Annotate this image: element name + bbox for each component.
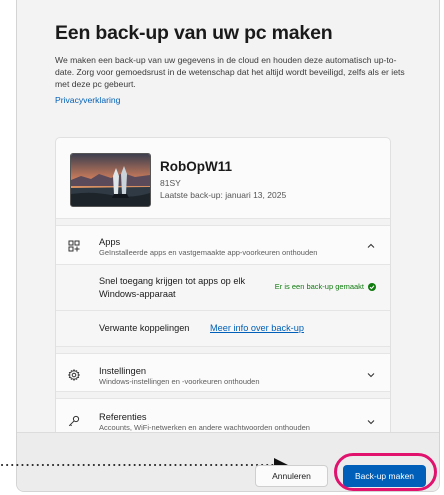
gear-icon <box>68 369 80 381</box>
section-divider <box>56 219 390 226</box>
section-credentials-title: Referenties <box>99 412 147 422</box>
apps-related-links-row: Verwante koppelingen Meer info over back… <box>56 311 390 347</box>
backup-dialog: Een back-up van uw pc maken We maken een… <box>16 0 440 492</box>
dialog-description: We maken een back-up van uw gegevens in … <box>55 55 405 89</box>
section-settings-header[interactable]: Instellingen Windows-instellingen en -vo… <box>56 354 390 392</box>
chevron-down-icon[interactable] <box>366 371 376 379</box>
backup-card: RobOpW11 81SY Laatste back-up: januari 1… <box>55 137 391 441</box>
section-apps-subtitle: Geïnstalleerde apps en vastgemaakte app-… <box>99 248 318 257</box>
section-apps-title: Apps <box>99 237 121 247</box>
section-settings-subtitle: Windows-instellingen en -voorkeuren onth… <box>99 377 260 386</box>
cancel-button[interactable]: Annuleren <box>255 465 328 487</box>
apps-quick-access-label: Snel toegang krijgen tot apps op elk Win… <box>99 276 246 299</box>
apps-grid-icon <box>68 240 80 252</box>
backup-status-text: Er is een back-up gemaakt <box>274 282 364 291</box>
annotation-dotted-arrow <box>1 458 288 472</box>
more-info-link[interactable]: Meer info over back-up <box>210 323 304 333</box>
last-backup-text: Laatste back-up: januari 13, 2025 <box>160 190 287 200</box>
related-links-label: Verwante koppelingen <box>99 323 190 333</box>
dialog-title: Een back-up van uw pc maken <box>55 22 333 44</box>
annotation-highlight-circle <box>334 453 437 491</box>
device-model: 81SY <box>160 178 181 188</box>
section-divider <box>56 347 390 354</box>
section-credentials-subtitle: Accounts, WiFi-netwerken en andere wacht… <box>99 423 310 432</box>
section-apps-header[interactable]: Apps Geïnstalleerde apps en vastgemaakte… <box>56 226 390 265</box>
key-icon <box>68 415 80 427</box>
privacy-link[interactable]: Privacyverklaring <box>55 95 120 105</box>
backup-status: Er is een back-up gemaakt <box>275 282 376 291</box>
checkmark-icon <box>368 282 376 291</box>
device-thumbnail <box>70 153 151 207</box>
chevron-down-icon[interactable] <box>366 418 376 426</box>
apps-quick-access-row: Snel toegang krijgen tot apps op elk Win… <box>56 265 390 311</box>
device-info: RobOpW11 81SY Laatste back-up: januari 1… <box>56 138 390 219</box>
section-divider <box>56 392 390 399</box>
dialog-header: Een back-up van uw pc maken We maken een… <box>55 22 415 108</box>
section-settings-title: Instellingen <box>99 366 147 376</box>
device-name: RobOpW11 <box>160 159 233 174</box>
chevron-up-icon[interactable] <box>366 242 376 250</box>
